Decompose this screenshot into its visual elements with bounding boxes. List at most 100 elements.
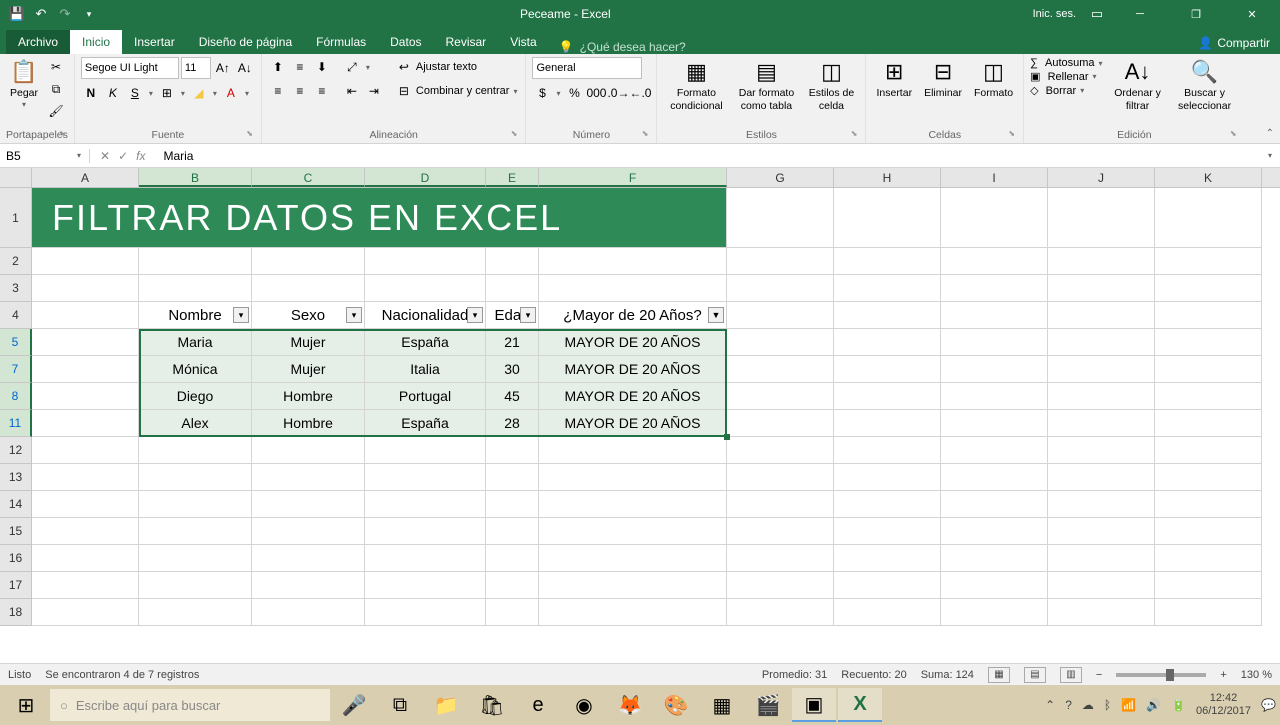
tab-formulas[interactable]: Fórmulas (304, 30, 378, 54)
cell[interactable] (941, 356, 1048, 383)
cell[interactable] (32, 410, 139, 437)
align-middle-icon[interactable]: ≡ (290, 57, 310, 77)
close-button[interactable]: ✕ (1230, 0, 1274, 28)
cell-styles-button[interactable]: ◫Estilos de celda (803, 57, 859, 115)
filter-button[interactable]: ▾ (233, 307, 249, 323)
excel-taskbar-icon[interactable]: X (838, 688, 882, 722)
save-icon[interactable]: 💾 (8, 5, 26, 23)
merge-center-button[interactable]: ⊟ Combinar y centrar ▾ (394, 81, 520, 101)
cell[interactable] (727, 383, 834, 410)
col-header-d[interactable]: D (365, 168, 486, 187)
table-header[interactable]: ¿Mayor de 20 Años?▼ (539, 302, 727, 329)
cell[interactable]: MAYOR DE 20 AÑOS (539, 356, 727, 383)
underline-button[interactable]: S (125, 83, 145, 103)
cell[interactable] (1155, 383, 1262, 410)
cell[interactable] (834, 383, 941, 410)
paint-icon[interactable]: 🎨 (654, 688, 698, 722)
cell[interactable]: MAYOR DE 20 AÑOS (539, 383, 727, 410)
italic-button[interactable]: K (103, 83, 123, 103)
speech-icon[interactable]: 🎤 (332, 688, 376, 722)
clear-button[interactable]: ◇ Borrar▾ (1030, 84, 1104, 97)
cell[interactable] (834, 410, 941, 437)
table-header[interactable]: Sexo▾ (252, 302, 365, 329)
cell[interactable] (727, 410, 834, 437)
cell[interactable]: Portugal (365, 383, 486, 410)
tab-view[interactable]: Vista (498, 30, 548, 54)
col-header-h[interactable]: H (834, 168, 941, 187)
font-color-icon[interactable]: A (221, 83, 241, 103)
tray-chevron-icon[interactable]: ⌃ (1045, 698, 1055, 712)
cell[interactable] (1048, 356, 1155, 383)
indent-decrease-icon[interactable]: ⇤ (342, 81, 362, 101)
orientation-icon[interactable]: ⤢ (342, 57, 362, 77)
cell[interactable]: Mujer (252, 329, 365, 356)
bold-button[interactable]: N (81, 83, 101, 103)
col-header-f[interactable]: F (539, 168, 727, 187)
cell[interactable]: Maria (139, 329, 252, 356)
edge-icon[interactable]: e (516, 688, 560, 722)
number-format-select[interactable] (532, 57, 642, 79)
align-right-icon[interactable]: ≡ (312, 81, 332, 101)
maximize-button[interactable]: ❐ (1174, 0, 1218, 28)
format-painter-icon[interactable]: 🖌 (46, 101, 66, 121)
title-cell[interactable]: FILTRAR DATOS EN EXCEL (32, 188, 727, 248)
recorder-icon[interactable]: ▣ (792, 688, 836, 722)
cell[interactable] (941, 329, 1048, 356)
zoom-in-button[interactable]: + (1220, 669, 1226, 681)
store-icon[interactable]: 🛍 (470, 688, 514, 722)
align-top-icon[interactable]: ⬆ (268, 57, 288, 77)
increase-decimal-icon[interactable]: .0→ (608, 83, 628, 103)
cell[interactable] (1048, 410, 1155, 437)
cell[interactable]: 30 (486, 356, 539, 383)
undo-icon[interactable]: ↶ (32, 5, 50, 23)
cell[interactable]: 21 (486, 329, 539, 356)
cell[interactable]: España (365, 410, 486, 437)
start-button[interactable]: ⊞ (4, 688, 48, 722)
currency-icon[interactable]: $ (532, 83, 552, 103)
collapse-ribbon-icon[interactable]: ⌃ (1266, 128, 1274, 139)
cell[interactable] (1048, 329, 1155, 356)
cell[interactable] (1155, 329, 1262, 356)
fill-button[interactable]: ▣ Rellenar▾ (1030, 70, 1104, 83)
cell[interactable]: Hombre (252, 410, 365, 437)
battery-icon[interactable]: 🔋 (1171, 698, 1186, 712)
filter-button[interactable]: ▾ (520, 307, 536, 323)
align-center-icon[interactable]: ≡ (290, 81, 310, 101)
cell[interactable] (941, 383, 1048, 410)
view-normal-button[interactable]: ▦ (988, 667, 1010, 683)
taskbar-search[interactable]: ○ Escribe aquí para buscar (50, 689, 330, 721)
cell[interactable] (834, 356, 941, 383)
cut-icon[interactable]: ✂ (46, 57, 66, 77)
app-icon[interactable]: ▦ (700, 688, 744, 722)
expand-formula-icon[interactable]: ▾ (1266, 151, 1280, 160)
indent-increase-icon[interactable]: ⇥ (364, 81, 384, 101)
fill-color-icon[interactable]: ◢ (189, 83, 209, 103)
fx-icon[interactable]: fx (136, 149, 145, 163)
cell[interactable] (1155, 356, 1262, 383)
percent-icon[interactable]: % (564, 83, 584, 103)
col-header-c[interactable]: C (252, 168, 365, 187)
minimize-button[interactable]: ─ (1118, 0, 1162, 28)
name-box[interactable]: B5 ▾ (0, 149, 90, 163)
cell[interactable] (834, 329, 941, 356)
chrome-icon[interactable]: ◉ (562, 688, 606, 722)
col-header-i[interactable]: I (941, 168, 1048, 187)
chevron-down-icon[interactable]: ▾ (364, 63, 372, 72)
font-size-select[interactable] (181, 57, 211, 79)
cell[interactable]: 45 (486, 383, 539, 410)
delete-cells-button[interactable]: ⊟Eliminar (920, 57, 966, 102)
filter-button[interactable]: ▾ (467, 307, 483, 323)
cell[interactable]: Hombre (252, 383, 365, 410)
chevron-down-icon[interactable]: ▾ (554, 89, 562, 98)
redo-icon[interactable]: ↷ (56, 5, 74, 23)
ribbon-options-icon[interactable]: ▭ (1088, 5, 1106, 23)
firefox-icon[interactable]: 🦊 (608, 688, 652, 722)
format-table-button[interactable]: ▤Dar formato como tabla (733, 57, 799, 115)
col-header-j[interactable]: J (1048, 168, 1155, 187)
volume-icon[interactable]: 🔊 (1146, 698, 1161, 712)
cell[interactable] (941, 410, 1048, 437)
tab-layout[interactable]: Diseño de página (187, 30, 304, 54)
wifi-icon[interactable]: 📶 (1121, 698, 1136, 712)
table-header[interactable]: Edad▾ (486, 302, 539, 329)
increase-font-icon[interactable]: A↑ (213, 58, 233, 78)
